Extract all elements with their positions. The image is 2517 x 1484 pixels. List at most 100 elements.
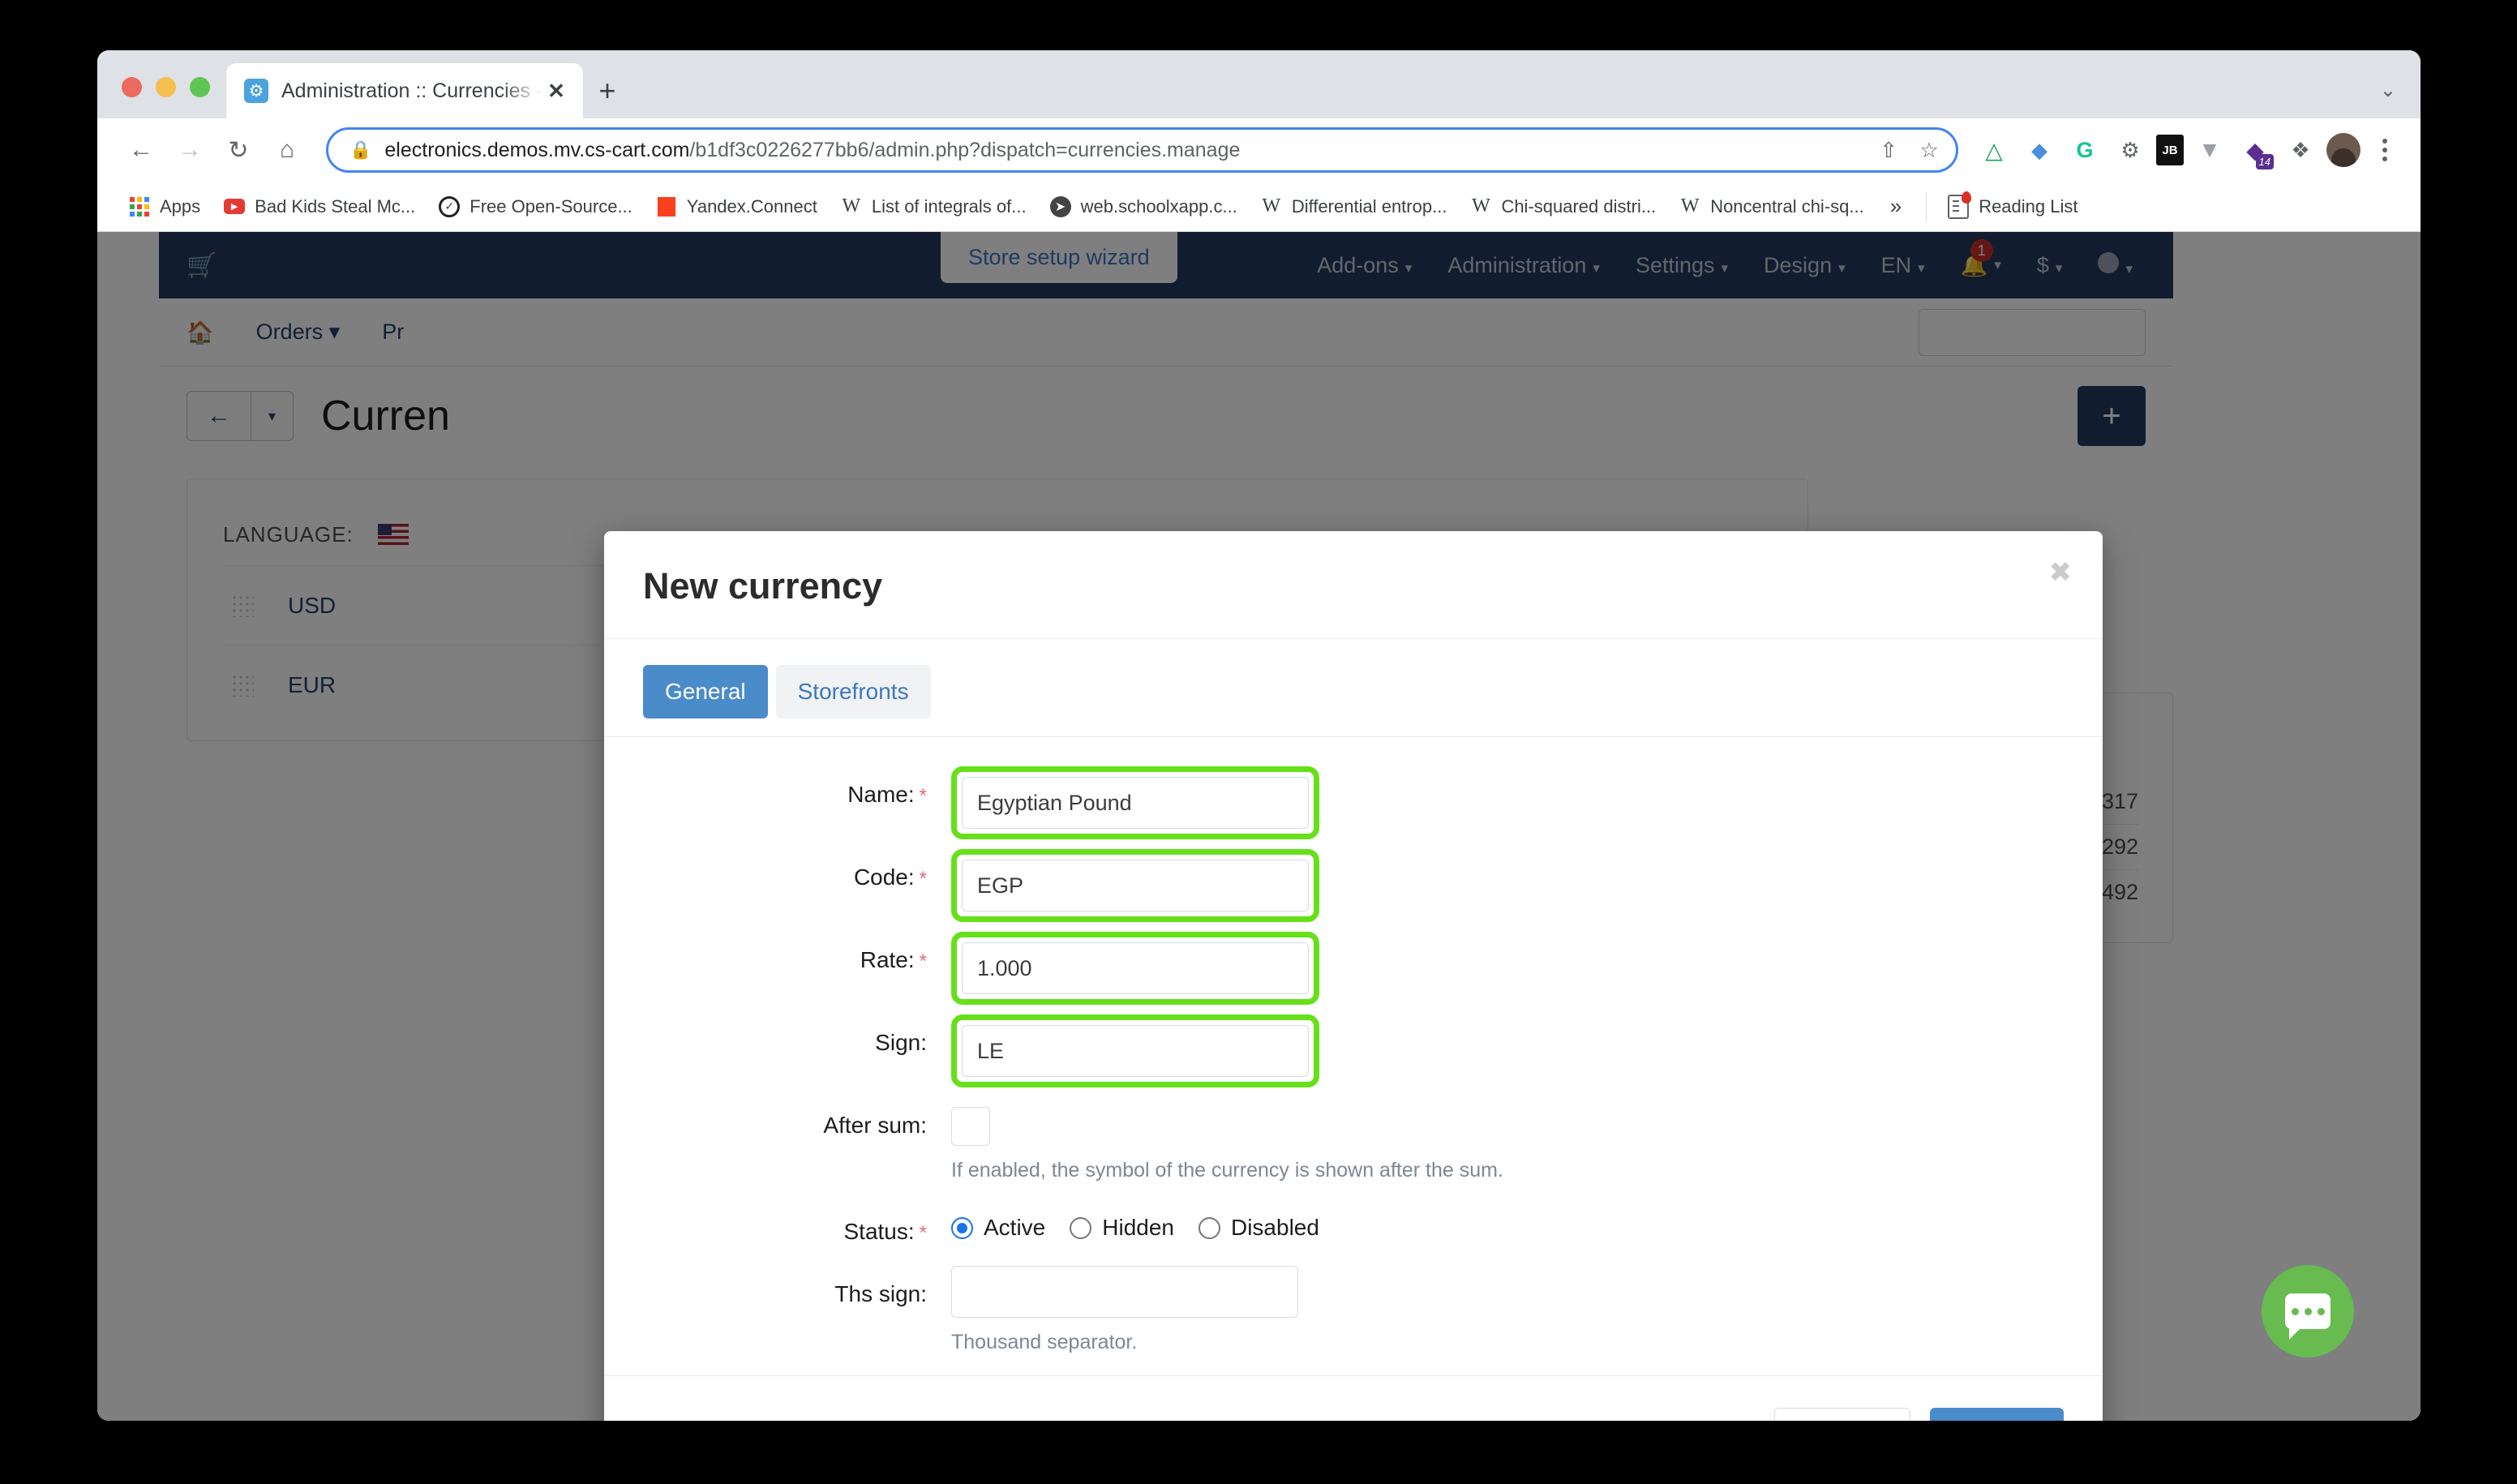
avatar[interactable]: [2326, 133, 2360, 167]
wikipedia-icon: W: [842, 195, 861, 217]
schoolx-icon: ➤: [1049, 195, 1072, 218]
required-marker: *: [919, 868, 927, 890]
bookmarks-overflow-icon[interactable]: »: [1877, 194, 1915, 219]
yandex-icon: [655, 195, 678, 218]
required-marker: *: [919, 950, 927, 972]
name-label: Name: *: [847, 782, 927, 807]
google-drive-icon[interactable]: △: [1975, 131, 2013, 169]
chat-bubble-icon: [2285, 1293, 2330, 1340]
status-option-hidden[interactable]: Hidden: [1070, 1215, 1174, 1241]
jetbrains-icon[interactable]: JB: [2156, 135, 2184, 165]
wikipedia-icon: W: [1680, 195, 1700, 217]
bookmark-label: Free Open-Source...: [470, 195, 632, 217]
radio-label: Hidden: [1102, 1215, 1174, 1240]
bookmark-noncentral-chi-squared[interactable]: W Noncentral chi-sq...: [1669, 190, 1874, 224]
maximize-window-button[interactable]: [190, 77, 210, 97]
tab-title: Administration :: Currencies - A: [281, 79, 542, 102]
ths-sign-input[interactable]: [951, 1266, 1298, 1318]
required-marker: *: [919, 785, 927, 807]
browser-toolbar: ← → ↻ ⌂ 🔒 electronics.demos.mv.cs-cart.c…: [97, 118, 2421, 182]
bookmark-list-of-integrals[interactable]: W List of integrals of...: [830, 190, 1036, 224]
reload-icon[interactable]: ↻: [216, 127, 261, 173]
cancel-button[interactable]: Cancel: [1773, 1408, 1910, 1421]
bookmark-label: Apps: [160, 195, 201, 217]
radio-icon[interactable]: [951, 1216, 973, 1239]
reading-list-label: Reading List: [1979, 195, 2078, 217]
form-row-status: Status: * Active Hidden Disabled: [643, 1203, 2064, 1245]
vue-icon[interactable]: ▼: [2190, 131, 2229, 169]
radio-icon[interactable]: [1198, 1216, 1220, 1239]
back-icon[interactable]: ←: [118, 127, 164, 173]
rate-field-highlight: [951, 932, 1319, 1005]
bookmark-differential-entropy[interactable]: W Differential entrop...: [1250, 190, 1457, 224]
close-icon[interactable]: ✖: [2049, 559, 2073, 586]
bookmark-chi-squared[interactable]: W Chi-squared distri...: [1460, 190, 1666, 224]
rate-input[interactable]: [962, 942, 1309, 994]
grammarly-icon[interactable]: G: [2065, 131, 2104, 169]
dark-circle-icon: ✓: [438, 195, 461, 218]
code-field-highlight: [951, 849, 1319, 922]
sign-input[interactable]: [962, 1025, 1309, 1077]
divider: [1926, 191, 1927, 221]
new-currency-dialog: New currency ✖ General Storefronts Name:…: [604, 531, 2103, 1421]
close-window-button[interactable]: [122, 77, 142, 97]
reading-list-button[interactable]: Reading List: [1938, 189, 2087, 225]
share-icon[interactable]: ⇧: [1868, 130, 1909, 170]
address-bar[interactable]: 🔒 electronics.demos.mv.cs-cart.com/b1df3…: [326, 127, 1958, 173]
name-input[interactable]: [962, 777, 1309, 829]
apps-grid-icon: [128, 195, 151, 218]
code-input[interactable]: [962, 860, 1309, 911]
after-sum-hint: If enabled, the symbol of the currency i…: [951, 1159, 1503, 1182]
ths-sign-label: Ths sign:: [834, 1281, 927, 1306]
url-text: electronics.demos.mv.cs-cart.com/b1df3c0…: [384, 139, 1868, 162]
forward-icon[interactable]: →: [167, 127, 212, 173]
sign-field-highlight: [951, 1014, 1319, 1087]
bookmark-yandex-connect[interactable]: Yandex.Connect: [645, 190, 827, 224]
form-row-code: Code: *: [643, 849, 2064, 927]
bookmark-label: Yandex.Connect: [686, 195, 817, 217]
gear-dark-icon[interactable]: ⚙: [2111, 131, 2150, 169]
form-row-after-sum: After sum: If enabled, the symbol of the…: [643, 1097, 2064, 1182]
bookmark-schoolxapp[interactable]: ➤ web.schoolxapp.c...: [1040, 190, 1247, 224]
chrome-menu-icon[interactable]: [2367, 131, 2403, 169]
radio-label: Active: [984, 1215, 1046, 1240]
extension-icons: △ ◆ G ⚙ JB ▼ ◆ 14 ❖: [1975, 131, 2403, 169]
close-icon[interactable]: ✕: [542, 77, 570, 105]
bookmark-apps[interactable]: Apps: [118, 190, 210, 224]
browser-tab[interactable]: ⚙ Administration :: Currencies - A ✕: [226, 63, 583, 118]
dialog-body: Name:* Code:*: [604, 737, 2103, 1375]
bookmark-free-open-source[interactable]: ✓ Free Open-Source...: [428, 190, 642, 224]
youtube-icon: ▶: [223, 195, 246, 218]
blue-drop-icon[interactable]: ◆: [2020, 131, 2059, 169]
form-row-ths-sign: Ths sign: Thousand separator.: [643, 1266, 2064, 1354]
status-option-disabled[interactable]: Disabled: [1198, 1215, 1319, 1241]
bookmark-label: Differential entrop...: [1291, 195, 1447, 217]
lock-icon: 🔒: [349, 139, 372, 160]
reading-list-icon: [1948, 191, 1972, 219]
tab-storefronts[interactable]: Storefronts: [775, 665, 931, 718]
form-row-rate: Rate: *: [643, 932, 2064, 1010]
bookmark-youtube[interactable]: ▶ Bad Kids Steal Mc...: [213, 190, 425, 224]
create-button[interactable]: Create: [1929, 1408, 2064, 1421]
radio-icon[interactable]: [1070, 1216, 1092, 1239]
bookmark-label: Bad Kids Steal Mc...: [255, 195, 416, 217]
chevron-down-icon[interactable]: ⌄: [2380, 79, 2396, 102]
home-icon[interactable]: ⌂: [264, 127, 310, 173]
new-tab-button[interactable]: +: [583, 63, 632, 118]
bookmark-star-icon[interactable]: ☆: [1909, 130, 1949, 170]
evernote-purple-icon[interactable]: ◆ 14: [2236, 131, 2275, 169]
status-option-active[interactable]: Active: [951, 1215, 1045, 1241]
bookmarks-bar: Apps ▶ Bad Kids Steal Mc... ✓ Free Open-…: [97, 182, 2421, 232]
dialog-header: New currency ✖: [604, 531, 2103, 639]
form-row-sign: Sign:: [643, 1014, 2064, 1092]
form-row-name: Name: *: [643, 766, 2064, 844]
sign-label: Sign:: [875, 1030, 927, 1055]
minimize-window-button[interactable]: [156, 77, 176, 97]
url-host: electronics.demos.mv.cs-cart.com: [384, 138, 690, 161]
extensions-puzzle-icon[interactable]: ❖: [2281, 131, 2320, 169]
tab-general[interactable]: General: [643, 665, 768, 718]
page-viewport: 🛒 Add-ons▾ Administration▾ Settings▾ Des…: [97, 232, 2421, 1421]
after-sum-checkbox[interactable]: [951, 1107, 990, 1146]
radio-label: Disabled: [1230, 1215, 1319, 1240]
chat-widget-button[interactable]: [2262, 1265, 2354, 1357]
